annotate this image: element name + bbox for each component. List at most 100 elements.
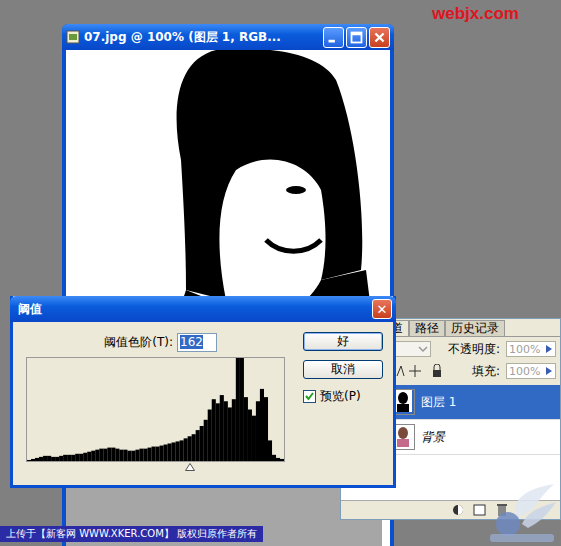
histogram-chart	[27, 358, 284, 461]
histogram-bar	[103, 449, 107, 461]
histogram-bar	[27, 460, 31, 461]
histogram-bar	[228, 407, 232, 461]
histogram-bar	[232, 399, 236, 461]
histogram-bar	[39, 457, 43, 461]
threshold-dialog: 阈值✕ 阈值色阶(T): 162 好取消预览(P)	[10, 296, 396, 488]
histogram-bar	[256, 401, 260, 461]
histogram-bar	[55, 457, 59, 461]
portrait-thumbnail-icon	[394, 425, 412, 447]
fill-label: 填充:	[472, 363, 500, 380]
panel-tab[interactable]: 历史记录	[445, 320, 505, 336]
histogram-bar	[236, 358, 240, 461]
upload-banner: 上传于【新客网 WWW.XKER.COM】 版权归原作者所有	[0, 526, 263, 542]
threshold-level-input[interactable]: 162	[177, 333, 217, 352]
opacity-field[interactable]: 100%	[506, 341, 556, 357]
close-icon	[370, 27, 389, 48]
histogram-bar	[63, 455, 67, 461]
dialog-button[interactable]: 好	[303, 332, 383, 351]
histogram-bar	[208, 410, 212, 462]
slider-thumb-icon[interactable]	[185, 463, 195, 471]
histogram-bar	[147, 448, 151, 461]
preview-checkbox[interactable]: 预览(P)	[303, 388, 383, 405]
histogram-bar	[156, 447, 160, 461]
histogram-bar	[216, 403, 220, 461]
histogram-bar	[220, 395, 224, 461]
layer-name: 图层 1	[421, 394, 456, 411]
histogram-bar	[35, 458, 39, 461]
histogram-bar	[200, 426, 204, 461]
histogram	[26, 357, 285, 462]
layer-thumbnail	[393, 424, 415, 450]
histogram-bar	[143, 449, 147, 461]
histogram-bar	[43, 456, 47, 461]
histogram-bar	[160, 446, 164, 461]
fill-value: 100%	[509, 365, 540, 378]
checkbox-box[interactable]	[303, 390, 316, 403]
close-button[interactable]	[369, 27, 390, 48]
image-file-icon	[66, 30, 80, 44]
opacity-value: 100%	[509, 343, 540, 356]
threshold-level-value: 162	[180, 335, 203, 349]
histogram-bar	[164, 445, 168, 461]
minimize-icon	[324, 27, 343, 48]
histogram-bar	[31, 459, 35, 461]
histogram-bar	[51, 457, 55, 461]
histogram-bar	[264, 397, 268, 461]
arrow-right-icon	[545, 366, 553, 376]
histogram-bar	[268, 440, 272, 461]
histogram-bar	[79, 454, 83, 461]
dialog-close-button[interactable]: ✕	[372, 299, 392, 319]
watermark-text: webjx.com	[432, 4, 519, 24]
histogram-bar	[188, 436, 192, 461]
desktop: webjx.com07.jpg @ 100% (图层 1, RGB...道路径历…	[0, 0, 561, 546]
histogram-bar	[83, 453, 87, 461]
layer-thumbnail	[393, 389, 415, 415]
histogram-bar	[180, 440, 184, 461]
new-layer-icon[interactable]	[472, 503, 488, 517]
histogram-bar	[176, 441, 180, 461]
histogram-bar	[135, 450, 139, 461]
histogram-bar	[276, 458, 280, 461]
histogram-bar	[131, 451, 135, 461]
portrait-thumbnail-icon	[394, 390, 412, 412]
histogram-bar	[224, 401, 228, 461]
histogram-bar	[59, 456, 63, 461]
histogram-bar	[91, 451, 95, 461]
histogram-bar	[119, 450, 123, 461]
dropdown-arrow-icon	[418, 344, 428, 354]
histogram-bar	[87, 452, 91, 461]
panel-tab[interactable]: 路径	[409, 320, 445, 336]
threshold-slider[interactable]	[27, 462, 284, 471]
minimize-button[interactable]	[323, 27, 344, 48]
lock-icon[interactable]	[395, 364, 447, 378]
adjustment-icon[interactable]	[450, 503, 466, 517]
histogram-bar	[172, 442, 176, 461]
threshold-level-label: 阈值色阶(T):	[104, 334, 173, 351]
histogram-bar	[75, 454, 79, 461]
fill-field[interactable]: 100%	[506, 363, 556, 379]
blend-mode-dropdown[interactable]	[395, 341, 431, 357]
layer-name: 背景	[421, 429, 445, 446]
lock-icons	[395, 364, 451, 378]
document-title: 07.jpg @ 100% (图层 1, RGB...	[84, 29, 319, 46]
histogram-bar	[111, 448, 115, 461]
histogram-bar	[204, 420, 208, 461]
histogram-bar	[252, 416, 256, 461]
check-icon	[304, 391, 315, 402]
dialog-title-bar[interactable]: 阈值✕	[10, 296, 396, 322]
histogram-bar	[244, 397, 248, 461]
opacity-label: 不透明度:	[448, 341, 500, 358]
document-title-bar[interactable]: 07.jpg @ 100% (图层 1, RGB...	[62, 24, 394, 50]
histogram-bar	[151, 447, 155, 461]
wings-logo-icon	[488, 480, 558, 544]
histogram-bar	[127, 451, 131, 461]
histogram-bar	[71, 455, 75, 461]
dialog-button[interactable]: 取消	[303, 360, 383, 379]
histogram-bar	[280, 459, 284, 461]
histogram-bar	[168, 443, 172, 461]
maximize-button[interactable]	[346, 27, 367, 48]
histogram-bar	[107, 448, 111, 461]
histogram-bar	[196, 430, 200, 461]
histogram-bar	[67, 455, 71, 461]
histogram-bar	[192, 434, 196, 461]
